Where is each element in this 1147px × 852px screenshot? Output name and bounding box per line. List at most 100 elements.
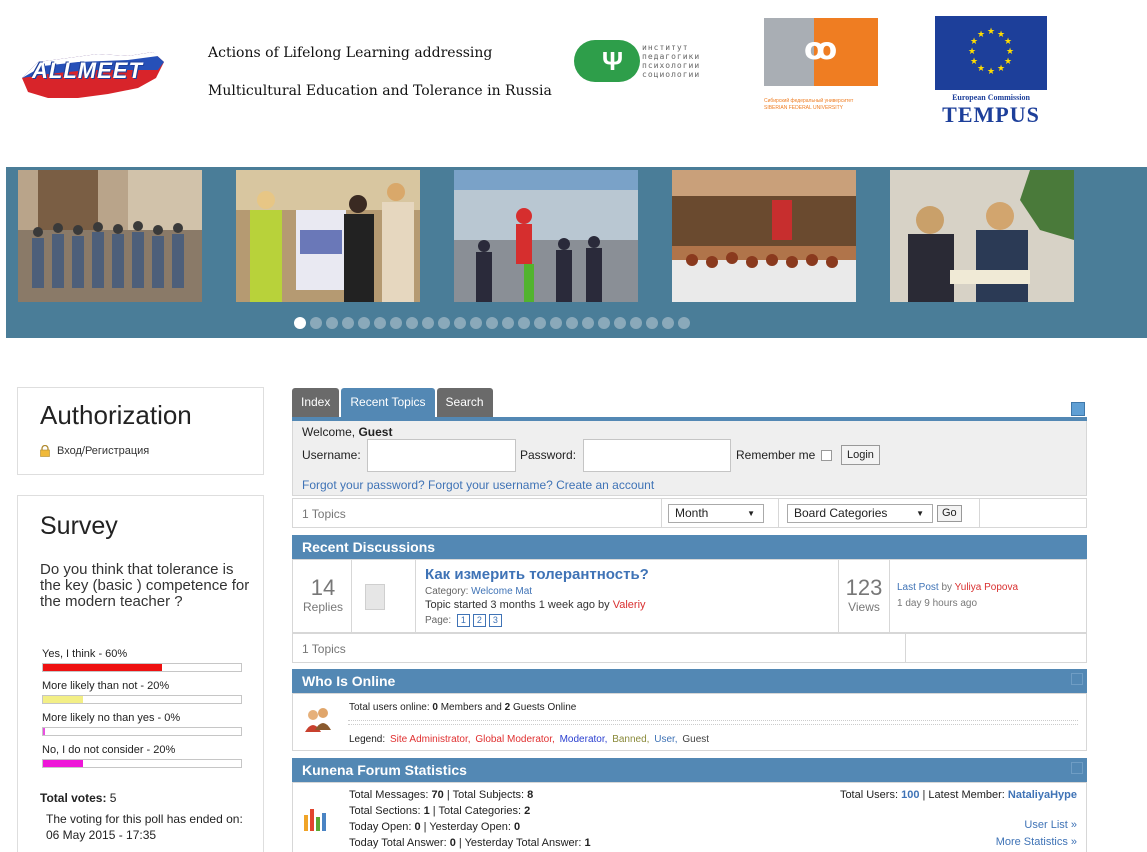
slider-dot[interactable]	[342, 317, 354, 329]
authorization-panel: Authorization Вход/Регистрация	[17, 387, 264, 475]
slider-dot[interactable]	[598, 317, 610, 329]
more-statistics-link[interactable]: More Statistics »	[996, 836, 1077, 848]
slider-dot[interactable]	[358, 317, 370, 329]
stats-open: Today Open: 0 | Yesterday Open: 0	[349, 821, 521, 833]
slider-dot[interactable]	[310, 317, 322, 329]
slider-dot[interactable]	[326, 317, 338, 329]
latest-member-link[interactable]: NataliyaHype	[1008, 789, 1077, 801]
last-post-author-link[interactable]: Yuliya Popova	[955, 582, 1018, 593]
tab-index[interactable]: Index	[292, 388, 340, 417]
remember-me-checkbox[interactable]	[821, 450, 832, 461]
legend-global-moderator: Global Moderator,	[475, 734, 555, 745]
topic-title-link[interactable]: Как измерить толерантность?	[425, 566, 649, 583]
page-link[interactable]: 2	[472, 614, 486, 627]
legend-guest: Guest	[682, 734, 710, 745]
tempus-logo[interactable]: ★ ★ ★ ★ ★ ★ ★ ★ ★ ★ ★ ★ European Commission TEMPU…	[935, 16, 1047, 127]
poll-option-label: More likely than not - 20%	[42, 680, 170, 692]
stats-users: Total Users: 100 | Latest Member: Natali…	[839, 789, 1077, 801]
slide-photo-1[interactable]	[18, 170, 202, 302]
poll-result-bar	[42, 695, 242, 704]
poll-result-fill	[43, 664, 162, 671]
poll-option: More likely no than yes - 0%	[42, 712, 242, 736]
slider-dot[interactable]	[646, 317, 658, 329]
stats-messages-subjects: Total Messages: 70 | Total Subjects: 8	[349, 789, 534, 801]
views-count: 123 Views	[845, 575, 883, 615]
slider-dot[interactable]	[630, 317, 642, 329]
eu-stars-icon: ★ ★★★ ★★★★ ★★★★	[968, 27, 1014, 77]
replies-count: 14 Replies	[302, 575, 344, 615]
username-input[interactable]	[367, 439, 516, 472]
category-select[interactable]: Board Categories ▼	[787, 504, 933, 523]
slider-dot[interactable]	[294, 317, 306, 329]
svg-text:★: ★	[987, 67, 995, 77]
slider-dot[interactable]	[566, 317, 578, 329]
login-register-link[interactable]: Вход/Регистрация	[57, 445, 149, 457]
institute-logo-symbol-icon: Ψ	[602, 46, 624, 76]
slider-dot[interactable]	[470, 317, 482, 329]
topic-category: Category: Welcome Mat	[425, 586, 533, 597]
page-link[interactable]: 3	[488, 614, 502, 627]
user-list-link[interactable]: User List »	[1024, 819, 1077, 831]
slider-dot[interactable]	[438, 317, 450, 329]
collapse-toggle-icon[interactable]	[1071, 402, 1085, 416]
online-users-summary: Total users online: 0 Members and 2 Gues…	[349, 702, 577, 713]
photo-slider[interactable]	[6, 167, 1147, 338]
poll-option: More likely than not - 20%	[42, 680, 242, 704]
page-link[interactable]: 1	[456, 614, 470, 627]
topic-document-icon	[365, 584, 385, 610]
slider-dot[interactable]	[534, 317, 546, 329]
total-users-link[interactable]: 100	[901, 789, 919, 801]
topic-row: 14 Replies Как измерить толерантность? C…	[292, 559, 1087, 633]
slider-dot[interactable]	[390, 317, 402, 329]
slider-dot[interactable]	[454, 317, 466, 329]
collapse-toggle-icon[interactable]	[1071, 673, 1083, 685]
svg-text:★: ★	[1004, 57, 1012, 67]
tab-recent-topics[interactable]: Recent Topics	[341, 388, 435, 417]
tempus-label: TEMPUS	[942, 102, 1040, 127]
slide-photo-2[interactable]	[236, 170, 420, 302]
slider-dot[interactable]	[422, 317, 434, 329]
slider-dot[interactable]	[662, 317, 674, 329]
username-label: Username:	[302, 448, 361, 462]
survey-question: Do you think that tolerance is the key (…	[40, 561, 250, 610]
topic-author-link[interactable]: Valeriy	[613, 599, 646, 611]
slider-dot[interactable]	[374, 317, 386, 329]
slider-dot[interactable]	[486, 317, 498, 329]
poll-option: No, I do not consider - 20%	[42, 744, 242, 768]
category-link[interactable]: Welcome Mat	[471, 586, 532, 597]
sfu-logo[interactable]: ꝏ Сибирский федеральный университет SIBE…	[764, 18, 894, 123]
slider-dot[interactable]	[518, 317, 530, 329]
poll-option-label: Yes, I think - 60%	[42, 648, 128, 660]
go-button[interactable]: Go	[937, 505, 962, 522]
period-select[interactable]: Month ▼	[668, 504, 764, 523]
lock-icon	[40, 445, 50, 457]
password-input[interactable]	[583, 439, 731, 472]
legend-user: User,	[654, 734, 678, 745]
forgot-links[interactable]: Forgot your password? Forgot your userna…	[302, 478, 654, 492]
kunena-forum: Index Recent Topics Search Welcome, Gues…	[292, 388, 1087, 852]
slider-track	[18, 170, 1078, 305]
slider-dot[interactable]	[550, 317, 562, 329]
forum-tabs: Index Recent Topics Search	[292, 388, 493, 417]
collapse-toggle-icon[interactable]	[1071, 762, 1083, 774]
topic-started: Topic started 3 months 1 week ago by Val…	[425, 599, 646, 611]
poll-option: Yes, I think - 60%	[42, 648, 242, 672]
tab-search[interactable]: Search	[436, 388, 493, 417]
slider-dot[interactable]	[678, 317, 690, 329]
last-post-link[interactable]: Last Post	[897, 582, 939, 593]
slider-dot[interactable]	[406, 317, 418, 329]
slider-dot[interactable]	[582, 317, 594, 329]
svg-text:★: ★	[997, 64, 1005, 74]
who-is-online-body: Total users online: 0 Members and 2 Gues…	[292, 693, 1087, 751]
last-post-time: 1 day 9 hours ago	[897, 598, 978, 609]
login-button[interactable]: Login	[841, 445, 880, 465]
slide-photo-3[interactable]	[454, 170, 638, 302]
institute-logo[interactable]: Ψ институт педагогики психологии социоло…	[574, 40, 714, 84]
slider-dot[interactable]	[502, 317, 514, 329]
poll-result-fill	[43, 760, 83, 767]
allmeet-logo[interactable]: ALLMEET	[18, 18, 168, 108]
slide-photo-5[interactable]	[890, 170, 1074, 302]
slider-dot[interactable]	[614, 317, 626, 329]
legend-banned: Banned,	[612, 734, 650, 745]
slide-photo-4[interactable]	[672, 170, 856, 302]
